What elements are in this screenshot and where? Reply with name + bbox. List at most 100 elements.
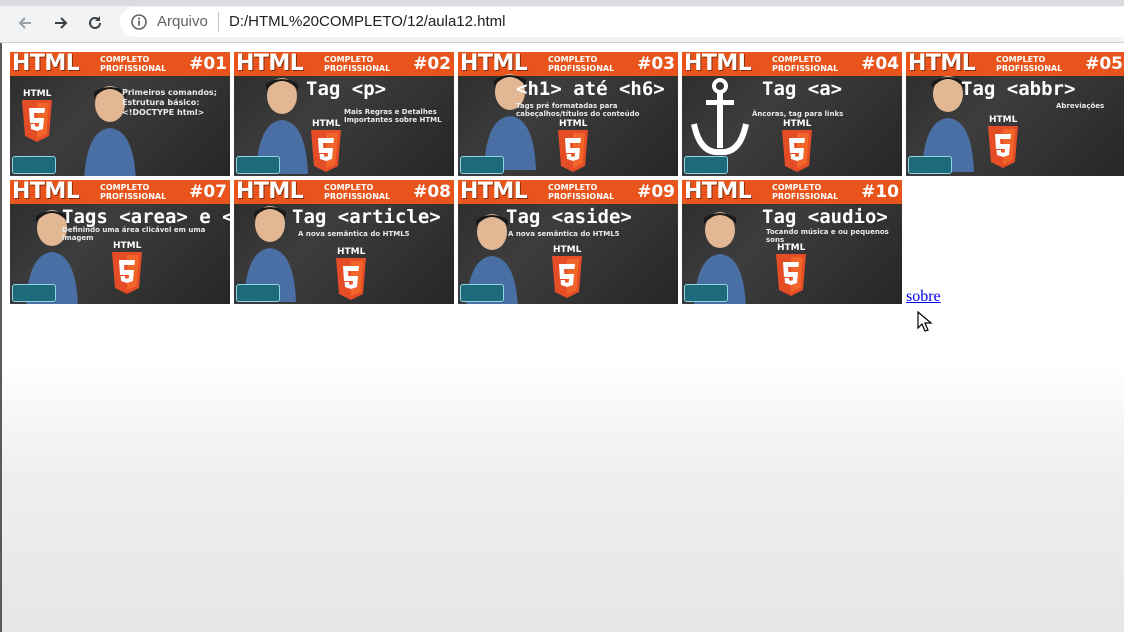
video-thumbnail[interactable]: HTML COMPLETO PROFISSIONAL #07 Tags <area> e… bbox=[10, 180, 230, 304]
thumbnail-series-line2: PROFISSIONAL bbox=[548, 64, 615, 73]
thumbnail-episode-number: #03 bbox=[637, 54, 675, 74]
info-icon[interactable] bbox=[130, 13, 148, 31]
thumbnail-banner: HTML COMPLETO PROFISSIONAL #02 bbox=[234, 52, 454, 76]
html5-shield-icon bbox=[552, 256, 582, 298]
school-logo bbox=[684, 156, 728, 174]
thumbnail-brand: HTML bbox=[684, 52, 752, 76]
thumbnail-banner: HTML COMPLETO PROFISSIONAL #09 bbox=[458, 180, 678, 204]
thumbnail-episode-number: #10 bbox=[861, 182, 899, 202]
thumbnail-series-line1: COMPLETO bbox=[548, 183, 598, 192]
thumbnail-subtitle: Mais Regras e Detalhes Importantes sobre… bbox=[344, 108, 442, 124]
school-logo bbox=[236, 156, 280, 174]
html5-caption: HTML bbox=[777, 243, 806, 253]
thumbnail-subtitle: A nova semântica do HTML5 bbox=[298, 230, 410, 238]
thumbnail-series-line2: PROFISSIONAL bbox=[772, 64, 839, 73]
reload-icon[interactable] bbox=[84, 12, 106, 34]
thumbnail-series-line1: COMPLETO bbox=[548, 55, 598, 64]
back-arrow-icon[interactable] bbox=[14, 12, 36, 34]
video-thumbnail[interactable]: HTML COMPLETO PROFISSIONAL #09 Tag <aside> A … bbox=[458, 180, 678, 304]
html5-shield-icon bbox=[776, 254, 806, 296]
thumbnail-series-line2: PROFISSIONAL bbox=[548, 192, 615, 201]
thumbnail-subtitle: Abreviações bbox=[1056, 102, 1105, 110]
thumbnail-subtitle: A nova semântica do HTML5 bbox=[508, 230, 620, 238]
thumbnail-episode-number: #07 bbox=[189, 182, 227, 202]
html5-caption: HTML bbox=[783, 119, 812, 129]
school-logo bbox=[908, 156, 952, 174]
thumbnail-series-line1: COMPLETO bbox=[100, 55, 150, 64]
thumbnail-banner: HTML COMPLETO PROFISSIONAL #04 bbox=[682, 52, 902, 76]
window-left-edge bbox=[0, 43, 2, 632]
html5-caption: HTML bbox=[559, 119, 588, 129]
video-thumbnail[interactable]: HTML COMPLETO PROFISSIONAL #10 Tag <audio> To… bbox=[682, 180, 902, 304]
thumbnail-brand: HTML bbox=[12, 180, 80, 204]
video-thumbnail[interactable]: HTML COMPLETO PROFISSIONAL #01 Primeiros com… bbox=[10, 52, 230, 176]
html5-caption: HTML bbox=[113, 241, 142, 251]
school-logo bbox=[12, 156, 56, 174]
thumbnail-title: <h1> até <h6> bbox=[516, 78, 665, 100]
html5-caption: HTML bbox=[23, 89, 52, 99]
thumbnail-series-line1: COMPLETO bbox=[772, 183, 822, 192]
thumbnail-title: Tags <area> e <map> bbox=[62, 206, 230, 228]
school-logo bbox=[460, 284, 504, 302]
scheme-label: Arquivo bbox=[157, 13, 208, 30]
html5-shield-icon bbox=[782, 130, 812, 172]
school-logo bbox=[12, 284, 56, 302]
thumbnail-series-line2: PROFISSIONAL bbox=[100, 192, 167, 201]
thumbnail-subtitle: Tocando música e ou pequenos sons bbox=[766, 228, 889, 244]
thumbnail-episode-number: #09 bbox=[637, 182, 675, 202]
thumbnail-title: Tag <p> bbox=[306, 78, 387, 100]
thumbnail-brand: HTML bbox=[236, 180, 304, 204]
thumbnail-series-line1: COMPLETO bbox=[324, 55, 374, 64]
tab-strip bbox=[0, 0, 1124, 6]
thumbnail-series-line2: PROFISSIONAL bbox=[324, 64, 391, 73]
thumbnail-episode-number: #04 bbox=[861, 54, 899, 74]
thumbnail-subtitle: Definindo uma área clicável em uma image… bbox=[62, 226, 206, 242]
thumbnail-title: Tag <article> bbox=[292, 206, 441, 228]
html5-shield-icon bbox=[988, 126, 1018, 168]
thumbnail-title: Tag <audio> bbox=[762, 206, 888, 228]
thumbnail-series-line2: PROFISSIONAL bbox=[324, 192, 391, 201]
thumbnail-banner: HTML COMPLETO PROFISSIONAL #08 bbox=[234, 180, 454, 204]
thumbnail-subtitle: Tags pré formatadas para cabeçalhos/títu… bbox=[516, 102, 640, 118]
html5-caption: HTML bbox=[312, 119, 341, 129]
thumbnail-series-line2: PROFISSIONAL bbox=[100, 64, 167, 73]
thumbnail-series-line2: PROFISSIONAL bbox=[772, 192, 839, 201]
thumbnail-episode-number: #05 bbox=[1085, 54, 1123, 74]
thumbnail-brand: HTML bbox=[12, 52, 80, 76]
mouse-cursor-icon bbox=[917, 311, 933, 332]
thumbnail-series-line1: COMPLETO bbox=[100, 183, 150, 192]
thumbnail-series-line2: PROFISSIONAL bbox=[996, 64, 1063, 73]
thumbnail-title: Tag <a> bbox=[762, 78, 843, 100]
thumbnail-series-line1: COMPLETO bbox=[772, 55, 822, 64]
video-thumbnail[interactable]: HTML COMPLETO PROFISSIONAL #03 <h1> até <h6>… bbox=[458, 52, 678, 176]
sobre-link[interactable]: sobre bbox=[906, 288, 941, 306]
thumbnail-subtitle: Âncoras, tag para links bbox=[752, 110, 844, 118]
thumbnail-banner: HTML COMPLETO PROFISSIONAL #07 bbox=[10, 180, 230, 204]
url-text[interactable]: D:/HTML%20COMPLETO/12/aula12.html bbox=[229, 13, 506, 31]
thumbnail-title: Tag <abbr> bbox=[961, 78, 1076, 100]
school-logo bbox=[684, 284, 728, 302]
thumbnail-series-line1: COMPLETO bbox=[996, 55, 1046, 64]
school-logo bbox=[236, 284, 280, 302]
browser-toolbar: Arquivo D:/HTML%20COMPLETO/12/aula12.htm… bbox=[0, 0, 1124, 43]
html5-shield-icon bbox=[311, 130, 341, 172]
thumbnail-episode-number: #08 bbox=[413, 182, 451, 202]
video-thumbnail[interactable]: HTML COMPLETO PROFISSIONAL #08 Tag <article>… bbox=[234, 180, 454, 304]
thumbnail-brand: HTML bbox=[684, 180, 752, 204]
html5-caption: HTML bbox=[553, 245, 582, 255]
school-logo bbox=[460, 156, 504, 174]
video-thumbnail[interactable]: HTML COMPLETO PROFISSIONAL #04 Tag <a> Âncora… bbox=[682, 52, 902, 176]
thumbnail-series-line1: COMPLETO bbox=[324, 183, 374, 192]
address-separator bbox=[218, 12, 219, 32]
html5-shield-icon bbox=[336, 258, 366, 300]
html5-shield-icon bbox=[112, 252, 142, 294]
anchor-icon bbox=[691, 78, 749, 156]
video-thumbnail[interactable]: HTML COMPLETO PROFISSIONAL #05 Tag <abbr> Abr… bbox=[906, 52, 1124, 176]
thumbnail-title: Tag <aside> bbox=[506, 206, 632, 228]
thumbnail-banner: HTML COMPLETO PROFISSIONAL #01 bbox=[10, 52, 230, 76]
forward-arrow-icon[interactable] bbox=[50, 12, 72, 34]
html5-shield-icon bbox=[22, 100, 52, 142]
video-thumbnail[interactable]: HTML COMPLETO PROFISSIONAL #02 Tag <p> Mais R… bbox=[234, 52, 454, 176]
thumbnail-brand: HTML bbox=[236, 52, 304, 76]
thumbnail-brand: HTML bbox=[460, 180, 528, 204]
